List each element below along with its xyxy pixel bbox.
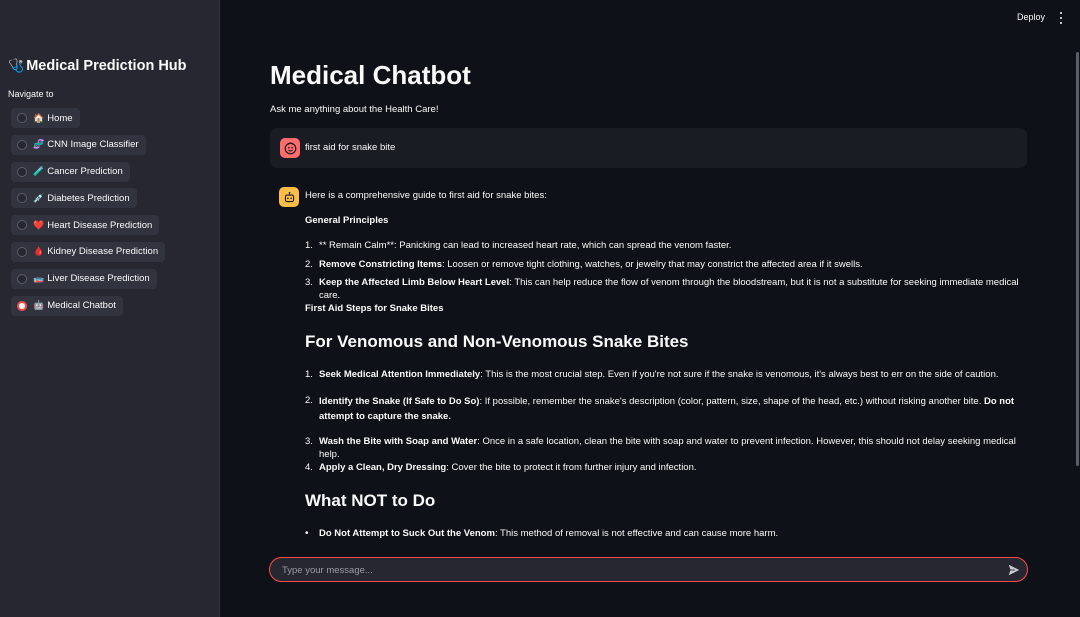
nav-item-diabetes-prediction[interactable]: 💉 Diabetes Prediction bbox=[11, 188, 137, 209]
nav-item-label: Medical Chatbot bbox=[47, 300, 116, 312]
syringe-icon: 💉 bbox=[33, 192, 45, 203]
nav-item-label: Kidney Disease Prediction bbox=[47, 246, 159, 258]
radio-button-selected[interactable] bbox=[17, 300, 27, 311]
dna-icon: 🧬 bbox=[33, 139, 45, 150]
scrollbar[interactable] bbox=[1076, 52, 1079, 466]
list-item: 1. Seek Medical Attention Immediately: T… bbox=[305, 369, 999, 380]
nav-item-kidney-disease-prediction[interactable]: 🩸 Kidney Disease Prediction bbox=[11, 241, 166, 262]
send-icon[interactable] bbox=[1007, 563, 1021, 577]
deploy-button[interactable]: Deploy bbox=[1017, 12, 1045, 22]
bot-intro: Here is a comprehensive guide to first a… bbox=[305, 190, 547, 201]
test-tube-icon: 🧪 bbox=[33, 166, 45, 177]
heart-icon: ❤️ bbox=[33, 219, 45, 230]
list-item: 3. Keep the Affected Limb Below Heart Le… bbox=[305, 277, 1019, 301]
user-message: first aid for snake bite bbox=[270, 128, 1027, 168]
nav-item-cnn-image-classifier[interactable]: 🧬 CNN Image Classifier bbox=[11, 134, 146, 155]
list-item: Do Not Attempt to Suck Out the Venom: Th… bbox=[305, 527, 778, 540]
nav-item-heart-disease-prediction[interactable]: ❤️ Heart Disease Prediction bbox=[11, 215, 160, 236]
list-item: 4. Apply a Clean, Dry Dressing: Cover th… bbox=[305, 462, 697, 473]
main-menu-icon[interactable] bbox=[1058, 12, 1064, 24]
user-avatar-icon bbox=[280, 138, 300, 158]
chat-input[interactable] bbox=[282, 563, 992, 577]
user-message-text: first aid for snake bite bbox=[305, 142, 396, 153]
nav-item-liver-disease-prediction[interactable]: 🧫 Liver Disease Prediction bbox=[11, 268, 157, 289]
list-item: 2. Identify the Snake (If Safe to Do So)… bbox=[305, 395, 1015, 422]
nav-item-medical-chatbot[interactable]: 🤖 Medical Chatbot bbox=[11, 295, 123, 316]
list-item: 2. Remove Constricting Items: Loosen or … bbox=[305, 259, 863, 270]
chat-input-container bbox=[269, 557, 1028, 582]
radio-button[interactable] bbox=[17, 139, 27, 150]
radio-button[interactable] bbox=[17, 273, 27, 284]
bot-avatar-icon bbox=[279, 187, 299, 207]
page-title: Medical Chatbot bbox=[270, 60, 471, 90]
nav-item-label: Liver Disease Prediction bbox=[47, 273, 150, 285]
section-heading-steps: First Aid Steps for Snake Bites bbox=[305, 303, 444, 314]
nav-item-label: Diabetes Prediction bbox=[47, 192, 130, 204]
home-icon: 🏠 bbox=[33, 112, 45, 123]
section-heading-general: General Principles bbox=[305, 215, 389, 226]
blood-drop-icon: 🩸 bbox=[33, 246, 45, 257]
radio-button[interactable] bbox=[17, 220, 27, 231]
app-title: 🩺 Medical Prediction Hub bbox=[8, 58, 187, 74]
radio-button[interactable] bbox=[17, 113, 27, 123]
radio-button[interactable] bbox=[17, 166, 27, 177]
petri-dish-icon: 🧫 bbox=[33, 273, 45, 284]
section-heading-what-not-to-do: What NOT to Do bbox=[305, 491, 436, 510]
robot-icon: 🤖 bbox=[33, 300, 45, 311]
list-item: 1. ** Remain Calm**: Panicking can lead … bbox=[305, 240, 732, 251]
nav-item-label: Cancer Prediction bbox=[47, 166, 123, 178]
nav-radio-group: 🏠 Home 🧬 CNN Image Classifier 🧪 Cancer P… bbox=[11, 108, 166, 322]
sidebar: 🩺 Medical Prediction Hub Navigate to 🏠 H… bbox=[0, 0, 220, 617]
section-heading-venomous: For Venomous and Non-Venomous Snake Bite… bbox=[305, 332, 689, 351]
nav-item-home[interactable]: 🏠 Home bbox=[11, 108, 80, 128]
radio-button[interactable] bbox=[17, 246, 27, 257]
nav-item-label: CNN Image Classifier bbox=[47, 139, 139, 151]
list-item: 3. Wash the Bite with Soap and Water: On… bbox=[305, 436, 1016, 460]
page-subtitle: Ask me anything about the Health Care! bbox=[270, 104, 439, 115]
stethoscope-icon: 🩺 bbox=[8, 58, 25, 73]
nav-item-cancer-prediction[interactable]: 🧪 Cancer Prediction bbox=[11, 161, 130, 182]
nav-label: Navigate to bbox=[8, 89, 54, 99]
app-title-text: Medical Prediction Hub bbox=[26, 58, 187, 74]
radio-button[interactable] bbox=[17, 193, 27, 204]
nav-item-label: Heart Disease Prediction bbox=[47, 219, 153, 231]
nav-item-label: Home bbox=[47, 112, 73, 124]
